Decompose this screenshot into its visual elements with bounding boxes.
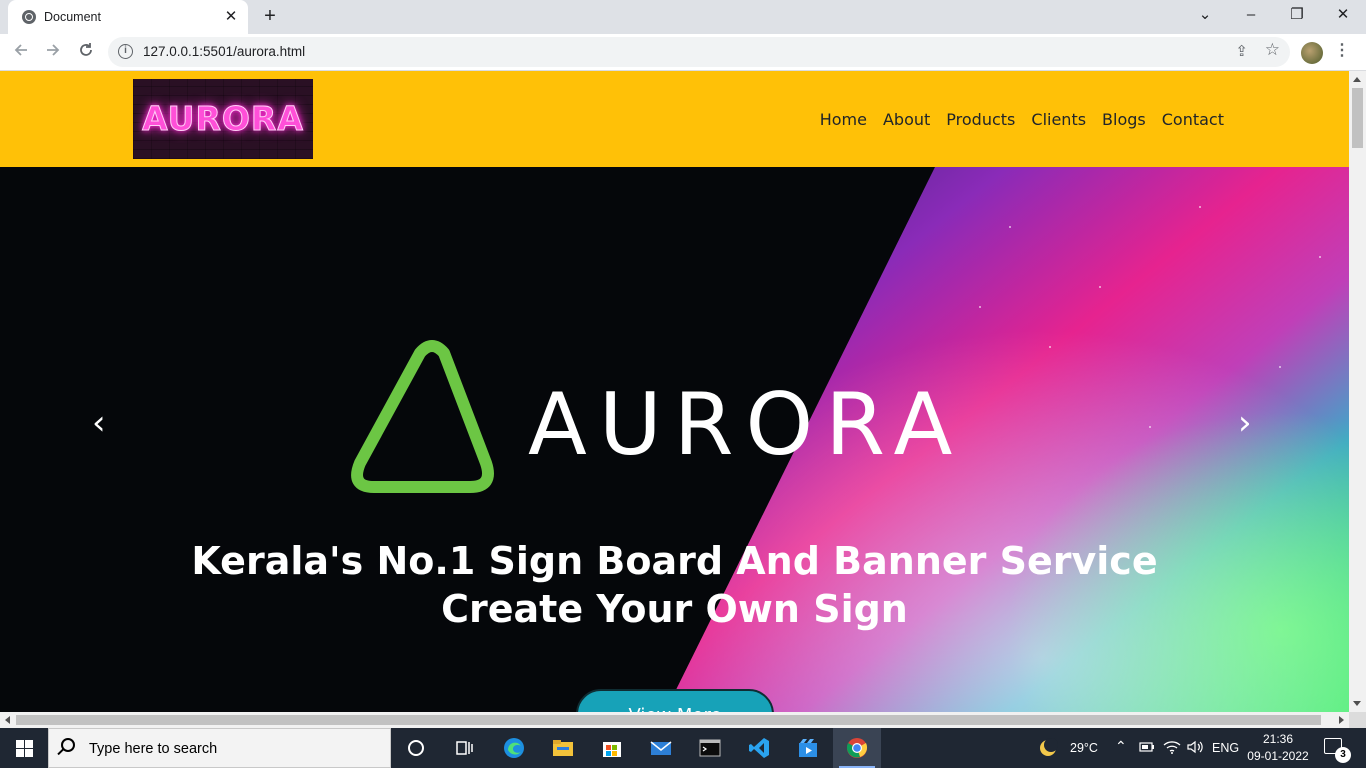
notification-center-icon[interactable]: 3 xyxy=(1324,738,1351,763)
scroll-corner xyxy=(1349,712,1366,728)
browser-tab[interactable]: Document ✕ xyxy=(8,0,248,34)
menu-kebab-icon[interactable]: ⋮ xyxy=(1334,40,1350,60)
new-tab-button[interactable]: + xyxy=(258,5,282,29)
vertical-scroll-thumb[interactable] xyxy=(1352,88,1363,148)
horizontal-scrollbar[interactable] xyxy=(0,712,1349,728)
moon-cloud-icon xyxy=(1040,738,1058,756)
weather-widget[interactable] xyxy=(1038,738,1058,778)
vertical-scrollbar[interactable] xyxy=(1349,71,1366,712)
view-more-button[interactable]: View More xyxy=(576,689,774,712)
windows-logo-icon xyxy=(16,740,24,748)
nav-contact[interactable]: Contact xyxy=(1162,110,1224,129)
close-window-button[interactable]: ✕ xyxy=(1320,0,1366,32)
edge-icon[interactable] xyxy=(490,728,538,768)
search-placeholder: Type here to search xyxy=(89,741,218,757)
hero-brand-text: AURORA xyxy=(528,375,965,475)
horizontal-scroll-thumb[interactable] xyxy=(16,715,1321,725)
store-icon[interactable] xyxy=(588,728,636,768)
bookmark-star-icon[interactable]: ☆ xyxy=(1265,40,1280,60)
cortana-icon[interactable] xyxy=(392,728,440,768)
page-viewport: AURORA Home About Products Clients Blogs… xyxy=(0,71,1349,712)
share-icon[interactable]: ⇪ xyxy=(1235,42,1248,60)
scroll-right-icon[interactable] xyxy=(1339,716,1344,724)
nav-about[interactable]: About xyxy=(883,110,930,129)
notification-count: 3 xyxy=(1335,747,1351,763)
minimize-button[interactable]: – xyxy=(1228,0,1274,32)
nav-blogs[interactable]: Blogs xyxy=(1102,110,1146,129)
browser-toolbar: i 127.0.0.1:5501/aurora.html ⇪ ☆ ⋮ xyxy=(0,34,1366,71)
site-logo[interactable]: AURORA xyxy=(133,79,313,159)
volume-icon[interactable] xyxy=(1186,739,1204,779)
language-indicator[interactable]: ENG xyxy=(1212,741,1239,781)
vscode-icon[interactable] xyxy=(735,728,783,768)
triangle-logo-icon xyxy=(351,340,494,493)
nav-products[interactable]: Products xyxy=(946,110,1015,129)
nav-clients[interactable]: Clients xyxy=(1031,110,1086,129)
clock-time: 21:36 xyxy=(1262,732,1294,746)
start-button[interactable] xyxy=(0,728,48,768)
search-icon xyxy=(61,738,75,752)
tab-title: Document xyxy=(44,10,101,24)
windows-taskbar: Type here to search 29°C ⌃ ENG 21:36 09-… xyxy=(0,728,1366,768)
media-icon[interactable] xyxy=(784,728,832,768)
task-view-icon[interactable] xyxy=(440,728,488,768)
file-explorer-icon[interactable] xyxy=(539,728,587,768)
scroll-down-icon[interactable] xyxy=(1353,701,1361,706)
forward-arrow-icon xyxy=(47,44,60,56)
profile-avatar[interactable] xyxy=(1301,42,1323,64)
back-button[interactable] xyxy=(8,39,34,65)
restore-button[interactable]: ❐ xyxy=(1274,0,1320,32)
hero-carousel: ‹ › AURORA Kerala's No.1 Sign Board And … xyxy=(0,167,1349,712)
main-menu: Home About Products Clients Blogs Contac… xyxy=(820,110,1224,129)
wifi-icon[interactable] xyxy=(1163,739,1181,779)
terminal-icon[interactable] xyxy=(686,728,734,768)
clock-date: 09-01-2022 xyxy=(1247,749,1309,763)
battery-icon[interactable] xyxy=(1139,740,1155,780)
globe-icon xyxy=(22,10,36,24)
reload-icon xyxy=(80,43,92,56)
tab-search-icon[interactable]: ⌄ xyxy=(1182,0,1228,32)
tab-close-icon[interactable]: ✕ xyxy=(222,8,240,26)
carousel-prev-icon[interactable]: ‹ xyxy=(92,403,106,443)
site-info-icon[interactable]: i xyxy=(118,44,133,59)
site-navbar: AURORA Home About Products Clients Blogs… xyxy=(0,71,1349,167)
hero-caption-line1: Kerala's No.1 Sign Board And Banner Serv… xyxy=(191,539,1158,583)
tab-strip: Document ✕ + ⌄ – ❐ ✕ xyxy=(0,0,1366,34)
forward-button[interactable] xyxy=(40,39,66,65)
chrome-icon[interactable] xyxy=(833,728,881,768)
scroll-up-icon[interactable] xyxy=(1353,77,1361,82)
nav-home[interactable]: Home xyxy=(820,110,867,129)
url-text[interactable]: 127.0.0.1:5501/aurora.html xyxy=(143,44,305,59)
mail-icon[interactable] xyxy=(637,728,685,768)
tray-overflow-icon[interactable]: ⌃ xyxy=(1115,738,1127,778)
carousel-next-icon[interactable]: › xyxy=(1238,403,1252,443)
reload-button[interactable] xyxy=(73,39,99,65)
back-arrow-icon xyxy=(14,44,27,56)
taskbar-search[interactable]: Type here to search xyxy=(48,728,391,768)
logo-text: AURORA xyxy=(142,99,304,139)
hero-caption-line2: Create Your Own Sign xyxy=(441,587,908,631)
scroll-left-icon[interactable] xyxy=(5,716,10,724)
system-clock[interactable]: 21:36 09-01-2022 xyxy=(1240,731,1316,765)
weather-temp[interactable]: 29°C xyxy=(1070,741,1098,781)
address-bar[interactable]: i 127.0.0.1:5501/aurora.html ⇪ ☆ xyxy=(108,37,1290,67)
